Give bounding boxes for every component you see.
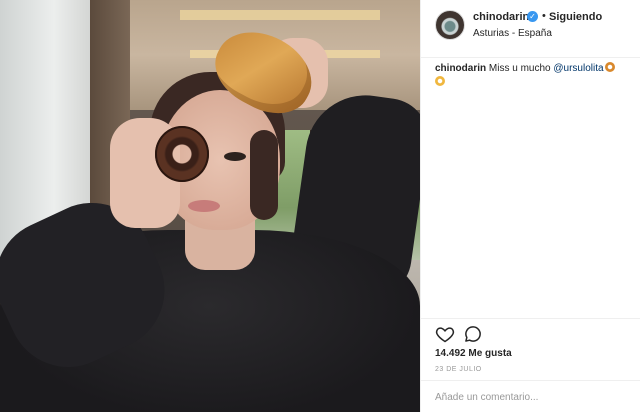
heart-icon[interactable] — [435, 324, 455, 344]
post-header: chinodarin ✓ • Siguiendo Asturias - Espa… — [421, 0, 640, 58]
comment-icon[interactable] — [463, 324, 483, 344]
following-button[interactable]: Siguiendo — [549, 11, 602, 23]
photo-hair — [250, 130, 278, 220]
cookie-emoji-icon — [435, 76, 445, 86]
photo-lips — [188, 200, 220, 212]
photo-eye — [224, 152, 246, 161]
photo-donut — [155, 126, 209, 182]
verified-badge-icon: ✓ — [527, 11, 538, 22]
post-date: 23 DE JULIO — [435, 366, 482, 373]
caption-text: Miss u mucho — [488, 63, 551, 74]
comment-bar — [421, 380, 640, 412]
username-link[interactable]: chinodarin — [473, 11, 529, 23]
likes-count[interactable]: 14.492 Me gusta — [435, 348, 512, 359]
donut-emoji-icon — [604, 62, 615, 72]
post-caption: chinodarin Miss u mucho @ursulolita — [435, 62, 635, 76]
location-link[interactable]: Asturias - España — [473, 28, 552, 39]
post-side-panel: chinodarin ✓ • Siguiendo Asturias - Espa… — [420, 0, 640, 412]
caption-username-link[interactable]: chinodarin — [435, 63, 486, 74]
caption-mention-link[interactable]: @ursulolita — [553, 63, 603, 74]
avatar[interactable] — [435, 10, 465, 40]
action-bar — [421, 318, 640, 348]
post-photo[interactable] — [0, 0, 420, 412]
separator-dot: • — [542, 10, 546, 22]
photo-light-strip — [180, 10, 380, 20]
comment-input[interactable] — [435, 389, 625, 405]
